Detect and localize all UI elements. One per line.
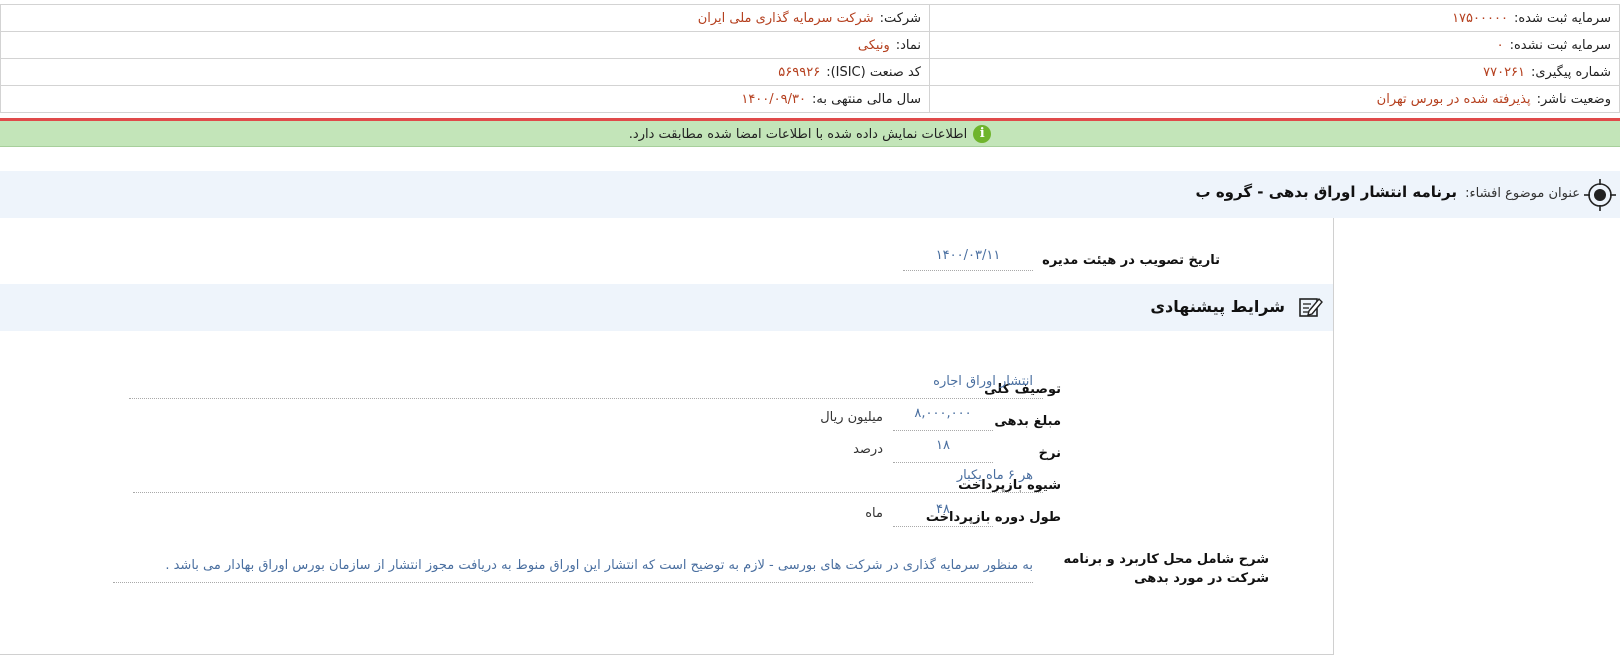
verification-notice: i اطلاعات نمایش داده شده با اطلاعات امضا… xyxy=(0,121,1620,147)
board-approval-value-box: ۱۴۰۰/۰۳/۱۱ xyxy=(903,248,1033,271)
usage-value: به منظور سرمایه گذاری در شرکت های بورسی … xyxy=(165,558,1033,573)
registered-capital-label: سرمایه ثبت شده: xyxy=(1513,10,1611,26)
unregistered-capital-value: ۰ xyxy=(1496,37,1504,53)
description-value-box: انتشار اوراق اجاره xyxy=(129,374,1043,399)
tracking-label: شماره پیگیری: xyxy=(1531,64,1611,80)
isic-value: ۵۶۹۹۲۶ xyxy=(778,64,821,80)
board-approval-label: تاریخ تصویب در هیئت مدیره xyxy=(1042,253,1220,268)
publisher-status-label: وضعیت ناشر: xyxy=(1536,91,1611,107)
repayment-method-value: هر ۶ ماه یکبار xyxy=(956,468,1033,483)
subject-label: عنوان موضوع افشاء: xyxy=(1465,186,1580,201)
repayment-period-value: ۴۸ xyxy=(936,502,950,517)
registered-capital-cell: سرمایه ثبت شده: ۱۷۵۰۰۰۰۰ xyxy=(929,4,1620,32)
board-approval-value: ۱۴۰۰/۰۳/۱۱ xyxy=(935,248,1001,263)
amount-label: مبلغ بدهی xyxy=(994,414,1061,429)
subject-heading: عنوان موضوع افشاء: برنامه انتشار اوراق ب… xyxy=(1196,183,1580,201)
description-value: انتشار اوراق اجاره xyxy=(933,374,1033,389)
unregistered-capital-cell: سرمایه ثبت نشده: ۰ xyxy=(929,31,1620,59)
tracking-cell: شماره پیگیری: ۷۷۰۲۶۱ xyxy=(929,58,1620,86)
edit-document-icon xyxy=(1299,297,1323,317)
proposed-terms-section: شرایط پیشنهادی xyxy=(0,284,1333,331)
rate-label-wrap: نرخ xyxy=(1039,446,1061,461)
repayment-period-value-box: ۴۸ xyxy=(893,502,993,527)
amount-value-box: ۸,۰۰۰,۰۰۰ xyxy=(893,406,993,431)
isic-cell: کد صنعت (ISIC): ۵۶۹۹۲۶ xyxy=(0,58,930,86)
notice-text: اطلاعات نمایش داده شده با اطلاعات امضا ش… xyxy=(628,126,968,142)
rate-label: نرخ xyxy=(1038,446,1061,461)
subject-bar: عنوان موضوع افشاء: برنامه انتشار اوراق ب… xyxy=(0,171,1620,218)
company-cell: شرکت: شرکت سرمایه گذاری ملی ایران xyxy=(0,4,930,32)
info-icon: i xyxy=(973,125,992,143)
isic-label: کد صنعت (ISIC): xyxy=(826,64,921,80)
target-icon xyxy=(1584,179,1616,211)
symbol-cell: نماد: ونیکی xyxy=(0,31,930,59)
rate-value-box: ۱۸ xyxy=(893,438,993,463)
amount-unit-wrap: میلیون ریال xyxy=(820,410,883,425)
rate-unit-wrap: درصد xyxy=(853,442,883,457)
board-approval-row: تاریخ تصویب در هیئت مدیره xyxy=(1042,253,1220,268)
subject-title: برنامه انتشار اوراق بدهی - گروه ب xyxy=(1195,183,1457,201)
publisher-status-cell: وضعیت ناشر: پذیرفته شده در بورس تهران xyxy=(929,85,1620,113)
repayment-period-unit-wrap: ماه xyxy=(865,506,883,521)
usage-label-wrap: شرح شامل محل کاربرد و برنامه شرکت در مور… xyxy=(1039,550,1269,588)
fiscal-year-value: ۱۴۰۰/۰۹/۳۰ xyxy=(741,91,806,107)
fiscal-year-label: سال مالی منتهی به: xyxy=(811,91,921,107)
amount-value: ۸,۰۰۰,۰۰۰ xyxy=(914,406,972,421)
usage-value-box: به منظور سرمایه گذاری در شرکت های بورسی … xyxy=(113,558,1033,583)
publisher-status-value: پذیرفته شده در بورس تهران xyxy=(1376,91,1531,107)
tracking-value: ۷۷۰۲۶۱ xyxy=(1483,64,1526,80)
company-label: شرکت: xyxy=(879,10,921,26)
usage-label: شرح شامل محل کاربرد و برنامه شرکت در مور… xyxy=(1063,552,1269,586)
disclosure-panel: تاریخ تصویب در هیئت مدیره ۱۴۰۰/۰۳/۱۱ شرا… xyxy=(0,218,1334,655)
repayment-method-value-box: هر ۶ ماه یکبار xyxy=(133,468,1043,493)
amount-unit: میلیون ریال xyxy=(820,410,883,425)
repayment-period-unit: ماه xyxy=(865,506,883,521)
unregistered-capital-label: سرمایه ثبت نشده: xyxy=(1509,37,1611,53)
fiscal-year-cell: سال مالی منتهی به: ۱۴۰۰/۰۹/۳۰ xyxy=(0,85,930,113)
symbol-value: ونیکی xyxy=(857,37,890,53)
section-title: شرایط پیشنهادی xyxy=(1150,297,1285,316)
rate-unit: درصد xyxy=(853,442,883,457)
amount-label-wrap: مبلغ بدهی xyxy=(994,414,1061,429)
company-value: شرکت سرمایه گذاری ملی ایران xyxy=(697,10,874,26)
company-info-table: شرکت: شرکت سرمایه گذاری ملی ایران سرمایه … xyxy=(0,4,1620,113)
registered-capital-value: ۱۷۵۰۰۰۰۰ xyxy=(1452,10,1508,26)
rate-value: ۱۸ xyxy=(936,438,950,453)
symbol-label: نماد: xyxy=(895,37,921,53)
